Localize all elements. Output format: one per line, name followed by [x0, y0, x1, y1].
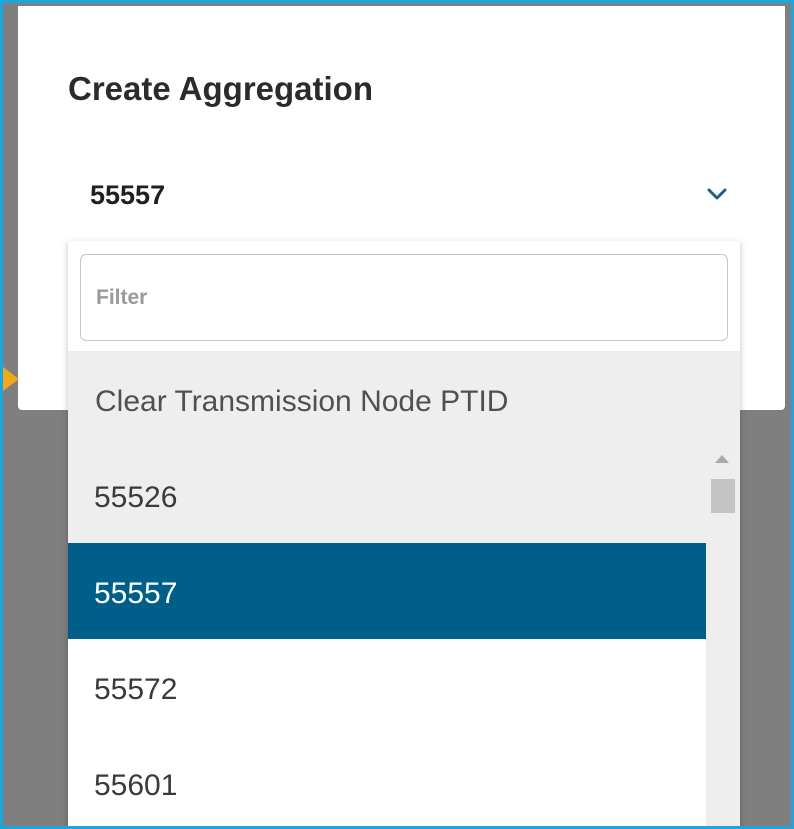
option-item[interactable]: 55526: [68, 447, 706, 543]
option-item[interactable]: 55557: [68, 543, 706, 639]
options-scrollbar[interactable]: [706, 447, 740, 826]
option-label: 55526: [94, 481, 178, 514]
options-list: 55526 55557 55572 55601: [68, 447, 740, 826]
clear-ptid-option[interactable]: Clear Transmission Node PTID: [68, 351, 740, 447]
clear-option-label: Clear Transmission Node PTID: [95, 385, 509, 418]
scroll-thumb[interactable]: [711, 479, 735, 513]
select-value: 55557: [90, 180, 166, 210]
select-dropdown: Clear Transmission Node PTID 55526 55557…: [68, 241, 740, 826]
option-item[interactable]: 55572: [68, 639, 706, 735]
filter-container: [68, 241, 740, 351]
option-label: 55557: [94, 577, 178, 610]
panel-title: Create Aggregation: [68, 70, 373, 107]
scroll-up-arrow-icon[interactable]: [715, 455, 729, 463]
option-label: 55601: [94, 769, 178, 802]
chevron-down-icon[interactable]: [706, 186, 728, 202]
screenshot-frame: Create Aggregation 55557 Clear Transmiss…: [0, 0, 794, 829]
option-label: 55572: [94, 673, 178, 706]
filter-input[interactable]: [80, 254, 728, 341]
pointer-marker-icon: [3, 367, 19, 391]
option-item[interactable]: 55601: [68, 735, 706, 826]
ptid-select[interactable]: 55557: [68, 166, 748, 226]
